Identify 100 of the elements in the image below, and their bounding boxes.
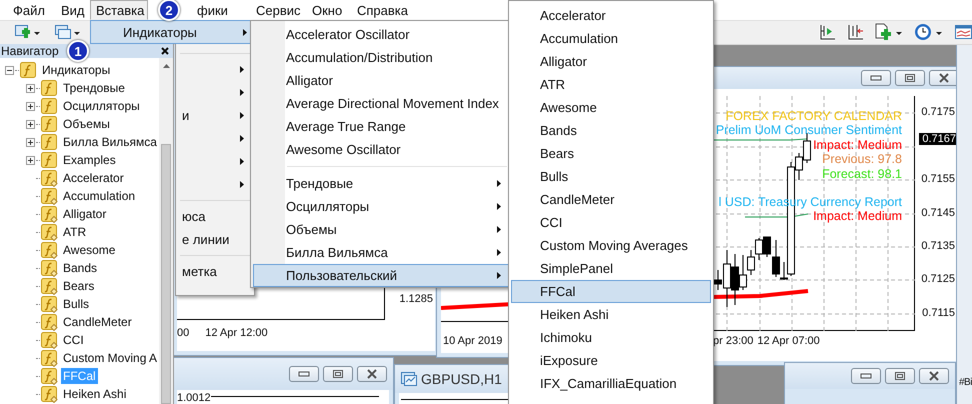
scrollbar-thumb[interactable]	[161, 144, 171, 404]
menu-item[interactable]: Heiken Ashi	[511, 303, 711, 326]
tree-item[interactable]: Индикаторы	[40, 62, 112, 78]
tree-item[interactable]: CandleMeter	[61, 314, 134, 330]
menu-item[interactable]: Файл	[2, 0, 50, 20]
tree-item[interactable]: Bulls	[61, 296, 92, 312]
menu-item[interactable]: Трендовые	[253, 172, 509, 195]
close-icon[interactable]	[161, 47, 169, 55]
menu-item[interactable]: Awesome Oscillator	[253, 138, 509, 161]
tree-item[interactable]: Bears	[61, 278, 96, 294]
menu-item[interactable]: Custom Moving Averages	[511, 234, 711, 257]
menu-item[interactable]: Bulls	[511, 165, 711, 188]
time-label: 12 Apr 12:00	[205, 327, 268, 339]
maximize-button[interactable]	[885, 368, 915, 384]
menu-item[interactable]: Сервис	[248, 0, 304, 20]
menu-item[interactable]: Accumulation/Distribution	[253, 46, 509, 69]
menu-item[interactable]: Вставка	[90, 0, 148, 20]
expander-icon[interactable]	[5, 66, 14, 74]
tree-item[interactable]: Examples	[61, 152, 118, 168]
tree-item[interactable]: Билла Вильямса	[61, 134, 159, 150]
tree-item[interactable]: Accumulation	[61, 188, 138, 204]
folder-function-icon	[41, 80, 58, 96]
new-chart-button[interactable]	[12, 23, 42, 41]
menu-item[interactable]: метка	[178, 260, 252, 283]
menu-item[interactable]: Билла Вильямса	[253, 241, 509, 264]
menu-item[interactable]: Average True Range	[253, 115, 509, 138]
minimize-icon	[860, 373, 872, 379]
tree-item[interactable]: Awesome	[61, 242, 118, 258]
expander-icon[interactable]	[26, 138, 35, 146]
menu-item-label: Average Directional Movement Index	[286, 96, 499, 111]
tree-item[interactable]: Осцилляторы	[61, 98, 142, 114]
menu-item[interactable]: Average Directional Movement Index	[253, 92, 509, 115]
panel-title: Навигатор	[1, 44, 59, 58]
menu-item[interactable]: Окно	[304, 0, 349, 20]
price-label: 1.0012	[177, 392, 211, 404]
menu-item[interactable]: е линии	[178, 228, 252, 251]
price-label: 0.7145	[921, 207, 955, 219]
menu-item[interactable]: Пользовательский	[253, 264, 509, 287]
calendar-event-text: Impact: Medium	[813, 138, 902, 152]
expander-icon[interactable]	[26, 120, 35, 128]
tree-item[interactable]: Custom Moving A	[61, 350, 159, 366]
minimize-button[interactable]	[861, 70, 891, 86]
close-icon	[938, 73, 950, 83]
menu-item[interactable]: Alligator	[253, 69, 509, 92]
maximize-button[interactable]	[323, 366, 353, 382]
window-title: #Bi	[959, 377, 972, 388]
menu-item-label: Билла Вильямса	[286, 245, 388, 260]
menu-item[interactable]: Accelerator Oscillator	[253, 23, 509, 46]
menu-item[interactable]: Accumulation	[511, 27, 711, 50]
tree-item[interactable]: Bands	[61, 260, 100, 276]
scroll-up-icon[interactable]	[163, 64, 170, 68]
maximize-button[interactable]	[895, 70, 925, 86]
minimize-button[interactable]	[289, 366, 319, 382]
price-label: 1.1285	[399, 293, 433, 305]
menu-item-label: Awesome Oscillator	[286, 142, 401, 157]
menu-item-label: Пользовательский	[286, 268, 398, 283]
menu-item[interactable]: FFCal	[511, 280, 711, 303]
menu-item[interactable]: Accelerator	[511, 4, 711, 27]
tree-item[interactable]: Трендовые	[61, 80, 127, 96]
tree-item[interactable]: Accelerator	[61, 170, 126, 186]
close-button[interactable]	[357, 366, 387, 382]
menu-item[interactable]: Справка	[349, 0, 409, 20]
menu-item-label: юса	[182, 209, 206, 224]
menu-item[interactable]: фики	[182, 0, 248, 20]
menu-item[interactable]: SimplePanel	[511, 257, 711, 280]
indicator-icon	[41, 368, 58, 384]
menu-item[interactable]: Awesome	[511, 96, 711, 119]
menu-item[interactable]: Alligator	[511, 50, 711, 73]
price-label: 0.7125	[921, 273, 955, 285]
menu-item-label: Объемы	[286, 222, 337, 237]
price-label: 0.7115	[922, 307, 955, 319]
menu-item[interactable]: ATR	[511, 73, 711, 96]
menu-item[interactable]: CCI	[511, 211, 711, 234]
menu-item[interactable]: Bears	[511, 142, 711, 165]
tree-item[interactable]: Объемы	[61, 116, 112, 132]
tree-item[interactable]: Heiken Ashi	[61, 386, 128, 402]
calendar-event-text: Forecast: 98.1	[822, 166, 902, 182]
menu-item[interactable]: CandleMeter	[511, 188, 711, 211]
time-label: 10 Apr 2019	[443, 335, 502, 347]
minimize-button[interactable]	[851, 368, 881, 384]
expander-icon[interactable]	[26, 84, 35, 92]
menu-item[interactable]: IFX_CamarilliaEquation	[511, 372, 711, 395]
profiles-button[interactable]	[52, 23, 82, 41]
window-title: GBPUSD,H1	[421, 371, 502, 387]
menu-item[interactable]: юса	[178, 205, 252, 228]
tree-item[interactable]: CCI	[61, 332, 86, 348]
menu-item[interactable]: Вид	[50, 0, 90, 20]
menu-item[interactable]: Осцилляторы	[253, 195, 509, 218]
menu-item[interactable]: Bands	[511, 119, 711, 142]
tree-item[interactable]: ATR	[61, 224, 88, 240]
time-label: 00	[177, 327, 190, 339]
menu-item[interactable]: Объемы	[253, 218, 509, 241]
expander-icon[interactable]	[26, 102, 35, 110]
menu-item[interactable]: iExposure	[511, 349, 711, 372]
tree-item[interactable]: Alligator	[61, 206, 108, 222]
menu-item[interactable]: и	[178, 104, 252, 127]
menu-item[interactable]: Ichimoku	[511, 326, 711, 349]
close-button[interactable]	[929, 70, 959, 86]
expander-icon[interactable]	[26, 156, 35, 164]
close-button[interactable]	[919, 368, 949, 384]
